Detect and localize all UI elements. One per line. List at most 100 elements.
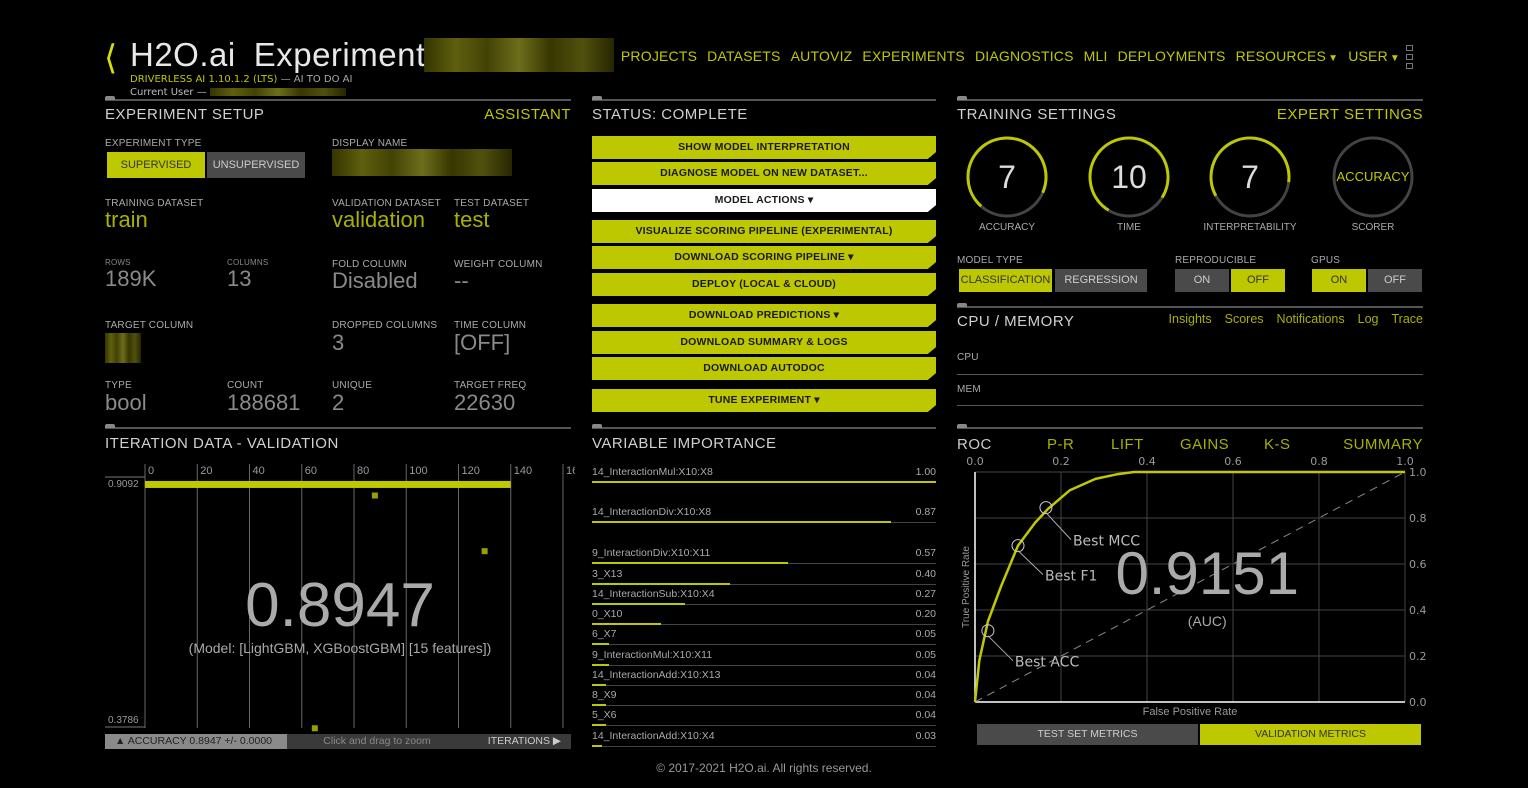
y-tick-label: 0.2 — [1409, 650, 1427, 663]
roc-chart[interactable]: 0.0 0.2 0.4 0.6 0.8 1.00.00.20.40.60.81.00.91… — [955, 452, 1430, 720]
fold-column-value[interactable]: Disabled — [332, 268, 418, 294]
tab-summary[interactable]: SUMMARY — [1343, 436, 1423, 453]
download-summary-logs-button[interactable]: DOWNLOAD SUMMARY & LOGS — [592, 331, 936, 354]
target-freq-value: 22630 — [454, 390, 516, 415]
tune-experiment-button[interactable]: TUNE EXPERIMENT ▾ — [592, 389, 936, 412]
tab-insights[interactable]: Insights — [1169, 312, 1212, 326]
x-tick-label: 20 — [200, 465, 212, 477]
nav-mli[interactable]: MLI — [1084, 48, 1108, 64]
test-set-metrics-button[interactable]: TEST SET METRICS — [977, 724, 1198, 745]
varimp-name: 9_InteractionDiv:X10:X11 — [592, 547, 711, 559]
varimp-value: 0.03 — [915, 730, 936, 742]
tab-scores[interactable]: Scores — [1225, 312, 1264, 326]
supervised-toggle[interactable]: SUPERVISED — [107, 152, 205, 178]
menu-squares-icon[interactable] — [1406, 45, 1414, 69]
back-chevron-icon[interactable]: ⟨ — [104, 38, 117, 78]
nav-autoviz[interactable]: AUTOVIZ — [791, 48, 853, 64]
cpu-tabs: Insights Scores Notifications Log Trace — [1169, 312, 1423, 326]
varimp-row[interactable]: 14_InteractionAdd:X10:X13 0.04 — [592, 669, 936, 687]
copyright: © 2017-2021 H2O.ai. All rights reserved. — [656, 761, 872, 775]
download-scoring-pipeline-button[interactable]: DOWNLOAD SCORING PIPELINE ▾ — [592, 246, 936, 269]
tab-pr[interactable]: P-R — [1047, 436, 1074, 453]
panel-divider — [592, 96, 936, 101]
expert-settings-link[interactable]: EXPERT SETTINGS — [1277, 106, 1423, 123]
nav-experiments[interactable]: EXPERIMENTS — [862, 48, 965, 64]
varimp-row[interactable]: 14_InteractionDiv:X10:X8 0.87 — [592, 506, 936, 524]
display-name-redacted[interactable] — [332, 149, 512, 176]
target-column-redacted[interactable] — [105, 333, 141, 363]
dropped-columns-value[interactable]: 3 — [332, 330, 344, 356]
nav-diagnostics[interactable]: DIAGNOSTICS — [975, 48, 1074, 64]
tab-lift[interactable]: LIFT — [1111, 436, 1144, 453]
varimp-row[interactable]: 5_X6 0.04 — [592, 709, 936, 727]
tab-ks[interactable]: K-S — [1264, 436, 1291, 453]
training-dataset-value[interactable]: train — [105, 207, 148, 233]
dial-time[interactable]: 10 — [1087, 135, 1171, 219]
version-text: DRIVERLESS AI 1.10.1.2 (LTS) — [130, 74, 278, 85]
zoom-hint: Click and drag to zoom — [323, 735, 431, 747]
varimp-track — [592, 665, 936, 666]
regression-toggle[interactable]: REGRESSION — [1055, 269, 1147, 292]
varimp-row[interactable]: 3_X13 0.40 — [592, 568, 936, 586]
mem-label: MEM — [957, 384, 981, 395]
accuracy-summary[interactable]: ▲ ACCURACY 0.8947 +/- 0.0000 — [105, 734, 287, 749]
model-actions-button[interactable]: MODEL ACTIONS ▾ — [592, 189, 936, 212]
reproducible-on-toggle[interactable]: ON — [1175, 269, 1229, 292]
test-dataset-value[interactable]: test — [454, 207, 489, 233]
x-tick-label: 80 — [357, 465, 369, 477]
assistant-link[interactable]: ASSISTANT — [484, 106, 571, 123]
tab-notifications[interactable]: Notifications — [1277, 312, 1345, 326]
y-tick-label: 0.8 — [1409, 512, 1427, 525]
varimp-track — [592, 685, 936, 686]
nav-resources[interactable]: RESOURCES ▼ — [1236, 48, 1339, 64]
user-name-redacted — [209, 88, 346, 96]
varimp-row[interactable]: 0_X10 0.20 — [592, 608, 936, 626]
tab-trace[interactable]: Trace — [1392, 312, 1424, 326]
varimp-row[interactable]: 14_InteractionAdd:X10:X4 0.03 — [592, 730, 936, 748]
nav-projects[interactable]: PROJECTS — [621, 48, 697, 64]
gpus-off-toggle[interactable]: OFF — [1368, 269, 1422, 292]
validation-metrics-button[interactable]: VALIDATION METRICS — [1200, 724, 1421, 745]
app-title: H2O.ai Experiment — [130, 36, 426, 74]
classification-toggle[interactable]: CLASSIFICATION — [959, 269, 1052, 292]
dropped-columns-label: DROPPED COLUMNS — [332, 320, 438, 331]
tab-roc[interactable]: ROC — [957, 436, 992, 453]
varimp-row[interactable]: 6_X7 0.05 — [592, 628, 936, 646]
download-predictions-button[interactable]: DOWNLOAD PREDICTIONS ▾ — [592, 304, 936, 327]
nav-datasets[interactable]: DATASETS — [707, 48, 780, 64]
x-tick-label: 0.2 — [1052, 455, 1070, 468]
weight-column-value[interactable]: -- — [454, 268, 469, 294]
download-autodoc-button[interactable]: DOWNLOAD AUTODOC — [592, 357, 936, 380]
show-model-interpretation-button[interactable]: SHOW MODEL INTERPRETATION — [592, 136, 936, 159]
varimp-name: 9_InteractionMul:X10:X11 — [592, 649, 713, 661]
tab-log[interactable]: Log — [1358, 312, 1379, 326]
time-column-value[interactable]: [OFF] — [454, 330, 510, 356]
varimp-row[interactable]: 14_InteractionSub:X10:X4 0.27 — [592, 588, 936, 606]
dial-scorer[interactable]: ACCURACY — [1331, 135, 1415, 219]
dial-interpretability[interactable]: 7 — [1208, 135, 1292, 219]
logo-text: H2O.ai — [130, 36, 236, 73]
dial-value: 7 — [1241, 159, 1259, 195]
nav-deployments[interactable]: DEPLOYMENTS — [1118, 48, 1226, 64]
varimp-bar — [592, 521, 892, 523]
visualize-scoring-pipeline-button[interactable]: VISUALIZE SCORING PIPELINE (EXPERIMENTAL… — [592, 220, 936, 243]
varimp-bar — [592, 623, 661, 625]
x-tick-label: 0.4 — [1138, 455, 1156, 468]
iterations-axis-button[interactable]: ITERATIONS ▶ — [488, 734, 561, 749]
dial-accuracy[interactable]: 7 — [965, 135, 1049, 219]
varimp-row[interactable]: 8_X9 0.04 — [592, 689, 936, 707]
tab-gains[interactable]: GAINS — [1180, 436, 1229, 453]
reproducible-off-toggle[interactable]: OFF — [1231, 269, 1285, 292]
validation-dataset-value[interactable]: validation — [332, 207, 425, 233]
varimp-row[interactable]: 9_InteractionMul:X10:X11 0.05 — [592, 649, 936, 667]
nav-user[interactable]: USER ▼ — [1348, 48, 1400, 64]
gpus-on-toggle[interactable]: ON — [1312, 269, 1366, 292]
deploy-button[interactable]: DEPLOY (LOCAL & CLOUD) — [592, 273, 936, 296]
varimp-row[interactable]: 9_InteractionDiv:X10:X11 0.57 — [592, 547, 936, 565]
training-settings-title: TRAINING SETTINGS — [957, 106, 1117, 123]
unsupervised-toggle[interactable]: UNSUPERVISED — [207, 152, 305, 178]
varimp-name: 0_X10 — [592, 608, 623, 620]
varimp-row[interactable]: 14_InteractionMul:X10:X8 1.00 — [592, 466, 936, 484]
marker-label: Best ACC — [1015, 655, 1080, 671]
diagnose-model-button[interactable]: DIAGNOSE MODEL ON NEW DATASET... — [592, 162, 936, 185]
